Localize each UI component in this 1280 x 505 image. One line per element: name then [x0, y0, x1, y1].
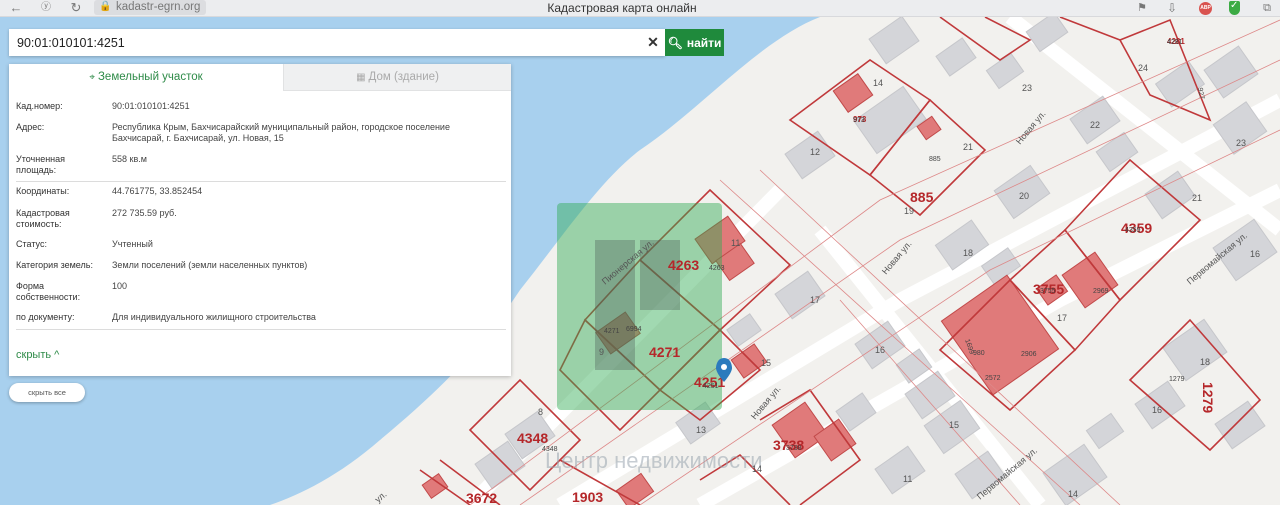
tab-land-plot[interactable]: ⌖ Земельный участок: [9, 64, 283, 91]
chevron-up-icon: ^: [54, 349, 60, 361]
svg-text:2969: 2969: [1093, 288, 1109, 295]
svg-text:973: 973: [853, 117, 865, 124]
svg-text:4359: 4359: [1125, 227, 1141, 234]
svg-text:20: 20: [1019, 191, 1029, 201]
svg-text:4251: 4251: [703, 383, 719, 390]
svg-text:21: 21: [1192, 193, 1202, 203]
svg-text:885: 885: [910, 189, 934, 205]
svg-text:4348: 4348: [542, 446, 558, 453]
divider: [16, 329, 506, 330]
browser-toolbar: ← ⓨ ↻ 🔒 kadastr-egrn.org Кадастровая кар…: [0, 0, 1280, 17]
shield-icon[interactable]: [1229, 0, 1240, 15]
download-icon[interactable]: ⇩: [1163, 0, 1181, 17]
svg-text:4271: 4271: [604, 328, 620, 335]
svg-text:8: 8: [538, 407, 543, 417]
panel-tabs: ⌖ Земельный участок ▦ Дом (здание): [9, 64, 511, 91]
svg-text:15: 15: [949, 420, 959, 430]
svg-text:11: 11: [731, 238, 740, 248]
svg-text:4263: 4263: [668, 257, 699, 273]
svg-text:15: 15: [761, 358, 771, 368]
svg-text:13: 13: [696, 425, 706, 435]
svg-text:23: 23: [1022, 83, 1032, 93]
svg-text:4281: 4281: [1167, 39, 1183, 46]
svg-text:12: 12: [810, 147, 820, 157]
svg-text:980: 980: [973, 350, 985, 357]
svg-text:3672: 3672: [466, 490, 497, 505]
svg-text:3755: 3755: [1040, 288, 1056, 295]
search-box: ✕: [9, 29, 665, 56]
svg-text:17: 17: [1057, 313, 1067, 323]
svg-text:19: 19: [904, 206, 914, 216]
svg-text:24: 24: [1138, 63, 1148, 73]
location-outline-icon: ⌖: [89, 72, 95, 83]
svg-text:1279: 1279: [1169, 376, 1185, 383]
extension-icon[interactable]: ⧉: [1258, 0, 1276, 17]
search-button[interactable]: 🔍︎ найти: [665, 29, 724, 56]
svg-text:4263: 4263: [709, 265, 725, 272]
svg-text:6994: 6994: [626, 326, 642, 333]
svg-text:9: 9: [599, 347, 604, 357]
tab-house[interactable]: ▦ Дом (здание): [283, 64, 511, 91]
svg-text:11: 11: [903, 474, 912, 484]
adblock-icon[interactable]: ABP: [1199, 2, 1212, 15]
magnifier-icon: 🔍︎: [667, 35, 683, 50]
search-button-label: найти: [686, 35, 722, 50]
divider: [16, 181, 506, 182]
svg-text:18: 18: [1200, 357, 1210, 367]
page-title: Кадастровая карта онлайн: [547, 1, 697, 15]
svg-text:1279: 1279: [1200, 382, 1216, 413]
svg-text:14: 14: [752, 464, 762, 474]
svg-text:14: 14: [873, 78, 883, 88]
svg-text:21: 21: [963, 142, 973, 152]
svg-text:17: 17: [810, 295, 820, 305]
svg-text:4271: 4271: [649, 344, 680, 360]
svg-text:16: 16: [1250, 249, 1260, 259]
svg-text:2906: 2906: [1021, 351, 1037, 358]
svg-text:23: 23: [1236, 138, 1246, 148]
svg-text:14: 14: [1068, 489, 1078, 499]
info-panel: ⌖ Земельный участок ▦ Дом (здание) Кад.ном…: [9, 64, 511, 376]
cadastral-number-input[interactable]: [17, 29, 637, 56]
svg-text:3738: 3738: [786, 445, 802, 452]
hide-panel-link[interactable]: скрыть ^: [16, 349, 59, 361]
svg-text:4348: 4348: [517, 430, 548, 446]
watermark-text: Центр недвижимости: [545, 448, 763, 473]
hide-all-button[interactable]: скрыть все: [9, 383, 85, 402]
svg-text:2572: 2572: [985, 375, 1001, 382]
svg-text:18: 18: [963, 248, 973, 258]
svg-text:16: 16: [875, 345, 885, 355]
bookmark-icon[interactable]: ⚑: [1133, 0, 1151, 17]
svg-text:1903: 1903: [572, 489, 603, 505]
svg-text:885: 885: [929, 156, 941, 163]
clear-search-icon[interactable]: ✕: [646, 34, 660, 50]
svg-text:16: 16: [1152, 405, 1162, 415]
building-icon: ▦: [356, 72, 366, 83]
svg-text:22: 22: [1090, 120, 1100, 130]
